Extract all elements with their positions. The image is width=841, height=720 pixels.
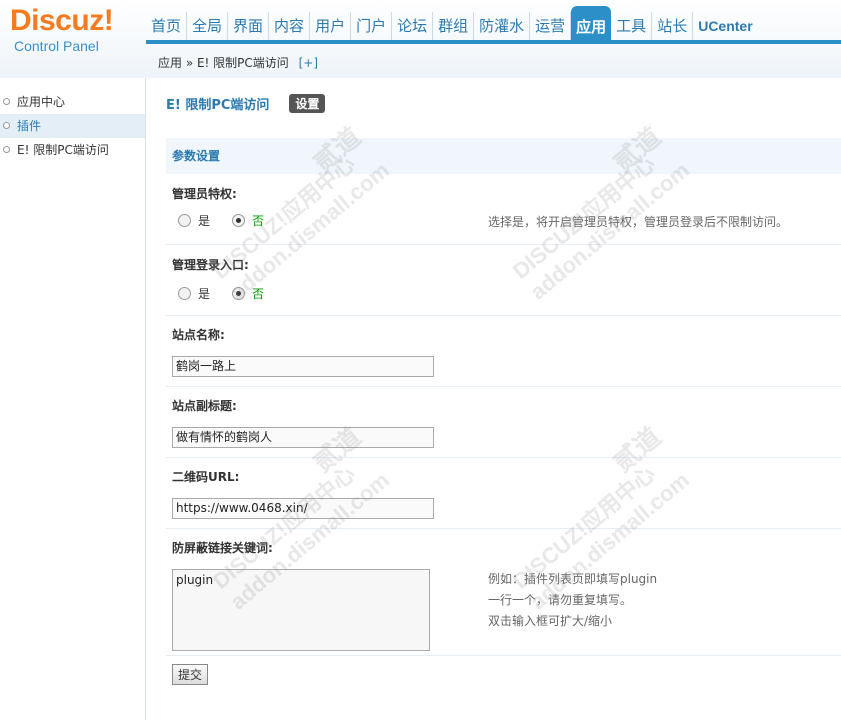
nav-home[interactable]: 首页 bbox=[146, 12, 188, 40]
admin-login-label: 管理登录入口: bbox=[172, 258, 249, 272]
radio-label-no: 否 bbox=[252, 214, 265, 228]
page-title: E! 限制PC端访问 bbox=[166, 98, 270, 113]
bullet-icon bbox=[3, 146, 10, 153]
nav-group[interactable]: 群组 bbox=[433, 12, 475, 40]
sidebar: 应用中心 插件 E! 限制PC端访问 bbox=[0, 78, 146, 720]
nav-style[interactable]: 界面 bbox=[228, 12, 270, 40]
admin-privilege-label: 管理员特权: bbox=[172, 187, 237, 201]
qr-url-label: 二维码URL: bbox=[172, 470, 240, 484]
setting-site-name: 站点名称: 鹤岗一路上 bbox=[166, 316, 841, 387]
site-name-input[interactable]: 鹤岗一路上 bbox=[172, 356, 434, 377]
keywords-textarea[interactable]: plugin bbox=[172, 569, 430, 651]
keywords-tip-1: 例如：插件列表页即填写plugin bbox=[488, 572, 658, 586]
nav-tools[interactable]: 工具 bbox=[611, 12, 653, 40]
admin-privilege-tip: 选择是，将开启管理员特权，管理员登录后不限制访问。 bbox=[488, 215, 789, 229]
settings-button[interactable]: 设置 bbox=[289, 94, 326, 113]
sidebar-item-label: 插件 bbox=[17, 119, 42, 133]
breadcrumb: 应用 » E! 限制PC端访问 [+] bbox=[158, 54, 318, 71]
keywords-tip-3: 双击输入框可扩大/缩小 bbox=[488, 614, 613, 628]
setting-site-subtitle: 站点副标题: 做有情怀的鹤岗人 bbox=[166, 387, 841, 458]
nav-underline bbox=[146, 40, 841, 44]
nav-forum[interactable]: 论坛 bbox=[392, 12, 434, 40]
sidebar-item-label: E! 限制PC端访问 bbox=[17, 143, 109, 157]
sidebar-item-label: 应用中心 bbox=[17, 95, 66, 109]
breadcrumb-text: 应用 » E! 限制PC端访问 bbox=[158, 56, 289, 70]
radio-label-yes: 是 bbox=[198, 287, 211, 301]
nav-global[interactable]: 全局 bbox=[187, 12, 229, 40]
nav-apps[interactable]: 应用 bbox=[571, 6, 612, 40]
setting-keywords: 防屏蔽链接关键词: plugin 例如：插件列表页即填写plugin 一行一个，… bbox=[166, 529, 841, 656]
nav-ucenter[interactable]: UCenter bbox=[693, 12, 757, 40]
site-subtitle-input[interactable]: 做有情怀的鹤岗人 bbox=[172, 427, 434, 448]
site-subtitle-label: 站点副标题: bbox=[172, 399, 237, 413]
logo-subtitle: Control Panel bbox=[14, 38, 99, 54]
page-title-row: E! 限制PC端访问 设置 bbox=[166, 94, 326, 113]
setting-admin-privilege: 管理员特权: 是 否 选择是，将开启管理员特权，管理员登录后不限制访问。 bbox=[166, 174, 841, 245]
radio-label-no: 否 bbox=[252, 287, 265, 301]
keywords-label: 防屏蔽链接关键词: bbox=[172, 541, 273, 555]
keywords-tip-2: 一行一个，请勿重复填写。 bbox=[488, 593, 633, 607]
nav-founder[interactable]: 站长 bbox=[652, 12, 694, 40]
sidebar-item-restrict-pc[interactable]: E! 限制PC端访问 bbox=[0, 138, 145, 162]
top-nav: 首页 全局 界面 内容 用户 门户 论坛 群组 防灌水 运营 应用 工具 站长 … bbox=[146, 4, 758, 40]
admin-privilege-no-radio[interactable] bbox=[232, 214, 246, 227]
section-title: 参数设置 bbox=[166, 138, 841, 174]
admin-privilege-radio-group: 是 否 bbox=[178, 212, 286, 229]
sidebar-item-plugins[interactable]: 插件 bbox=[0, 114, 145, 138]
discuz-logo[interactable]: Discuz! Control Panel bbox=[10, 4, 114, 54]
nav-operation[interactable]: 运营 bbox=[530, 12, 572, 40]
nav-portal[interactable]: 门户 bbox=[351, 12, 393, 40]
setting-qr-url: 二维码URL: https://www.0468.xin/ bbox=[166, 458, 841, 529]
admin-login-radio-group: 是 否 bbox=[178, 285, 286, 302]
qr-url-input[interactable]: https://www.0468.xin/ bbox=[172, 498, 434, 519]
header: Discuz! Control Panel 首页 全局 界面 内容 用户 门户 … bbox=[0, 0, 841, 78]
sidebar-item-app-center[interactable]: 应用中心 bbox=[0, 90, 145, 114]
admin-privilege-yes-radio[interactable] bbox=[178, 214, 191, 227]
radio-label-yes: 是 bbox=[198, 214, 211, 228]
submit-button[interactable]: 提交 bbox=[172, 664, 209, 685]
logo-text: Discuz! bbox=[10, 4, 114, 37]
nav-antispam[interactable]: 防灌水 bbox=[474, 12, 531, 40]
admin-login-yes-radio[interactable] bbox=[178, 287, 191, 300]
nav-user[interactable]: 用户 bbox=[310, 12, 352, 40]
nav-content[interactable]: 内容 bbox=[269, 12, 311, 40]
bullet-icon bbox=[3, 122, 10, 129]
bullet-icon bbox=[3, 98, 10, 105]
setting-admin-login: 管理登录入口: 是 否 bbox=[166, 245, 841, 316]
breadcrumb-add-link[interactable]: [+] bbox=[299, 56, 318, 70]
admin-login-no-radio[interactable] bbox=[232, 287, 246, 300]
site-name-label: 站点名称: bbox=[172, 328, 225, 342]
